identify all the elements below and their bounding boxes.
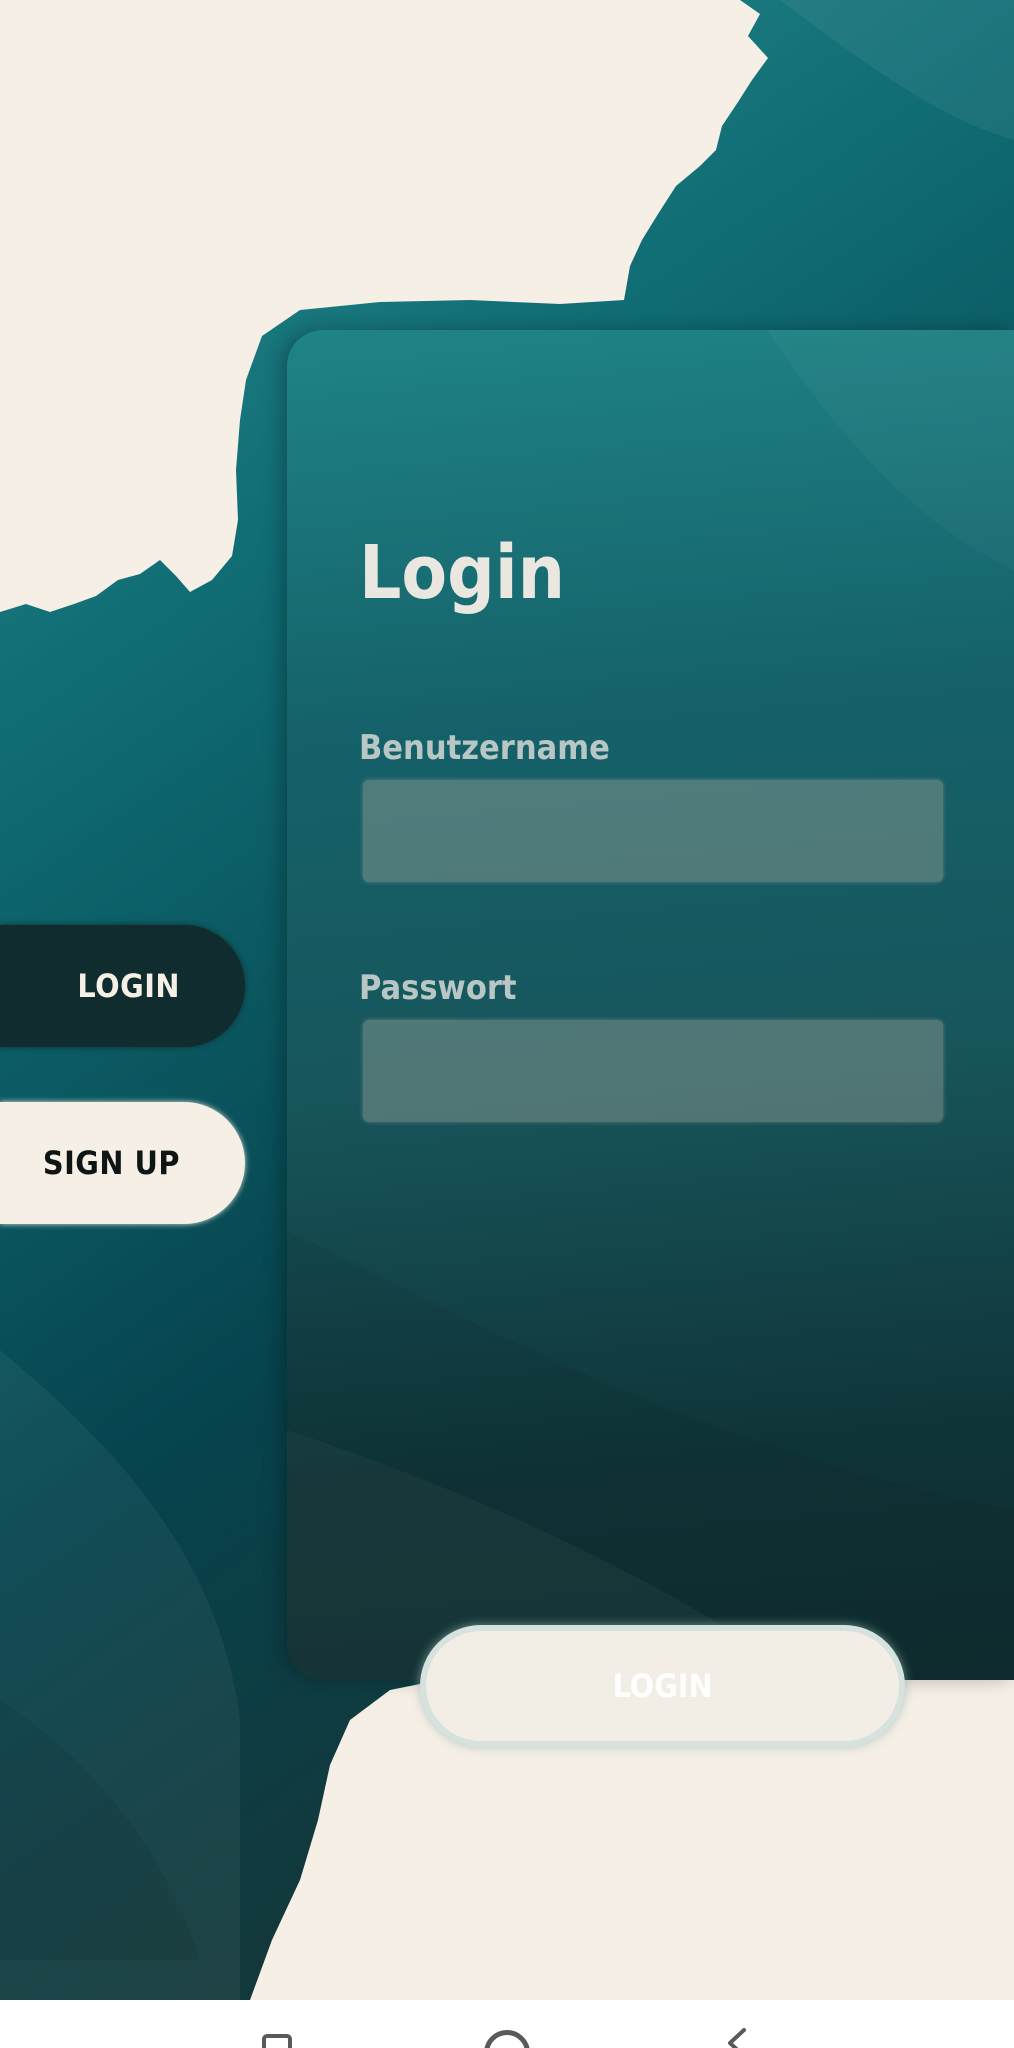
username-label: Benutzername [359,728,610,768]
nav-signup-label: SIGN UP [42,1144,180,1182]
login-submit-button[interactable]: LOGIN [420,1625,905,1747]
login-submit-label: LOGIN [612,1667,713,1705]
nav-signup-tab[interactable]: SIGN UP [0,1102,245,1224]
nav-login-label: LOGIN [77,967,180,1005]
password-label: Passwort [359,968,517,1008]
username-input[interactable] [363,780,943,882]
home-circle-icon[interactable] [484,2030,530,2048]
nav-login-tab[interactable]: LOGIN [0,925,245,1047]
login-card: Login Benutzername Passwort [287,330,1014,1680]
page-title: Login [359,530,566,616]
password-input[interactable] [363,1020,943,1122]
back-chevron-icon[interactable] [722,2028,752,2048]
recents-icon[interactable] [262,2034,292,2048]
system-navigation-bar [0,2000,1014,2048]
